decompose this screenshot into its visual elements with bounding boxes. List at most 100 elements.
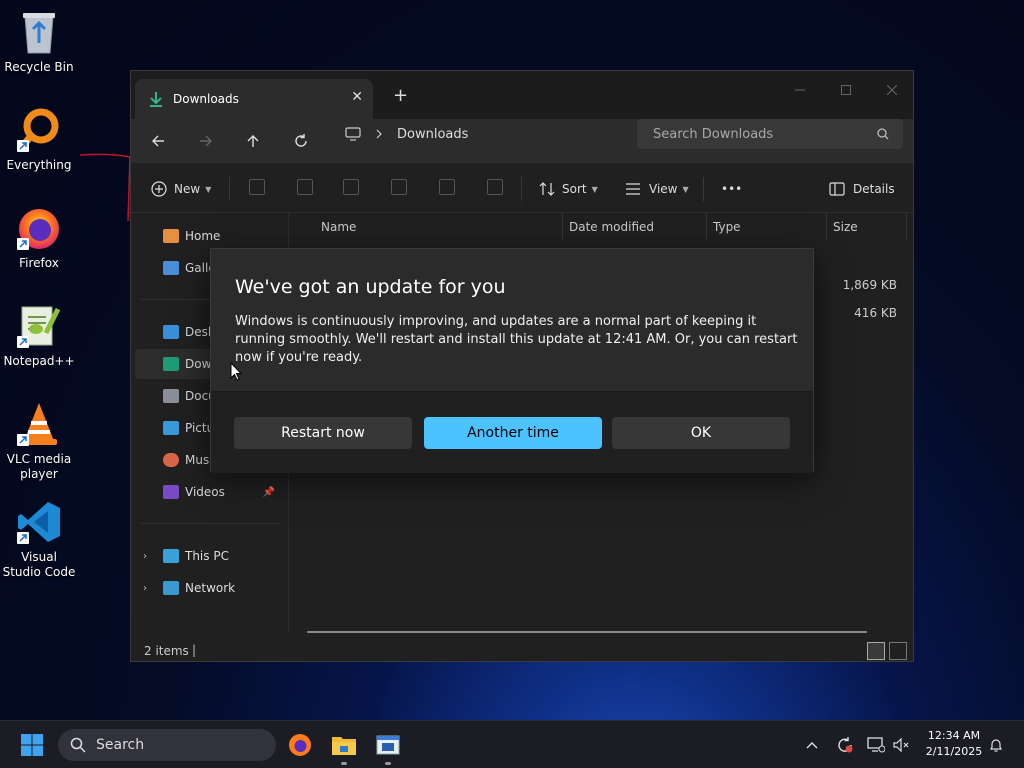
horizontal-scrollbar[interactable] [307,631,867,633]
column-label: Size [833,220,858,234]
search-field[interactable]: Search Downloads [637,119,903,149]
sync-update-icon[interactable] [835,735,855,755]
music-folder-icon [163,453,179,467]
new-tab-button[interactable]: + [393,85,408,106]
vlc-icon [15,400,63,448]
dialog-title: We've got an update for you [235,276,506,298]
item-count: 2 items [144,644,189,658]
taskbar-firefox[interactable] [282,729,318,761]
desktop-icon-firefox[interactable]: Firefox [2,204,76,271]
restart-now-button[interactable]: Restart now [234,417,412,449]
column-label: Date modified [569,220,655,234]
sort-button[interactable]: Sort ▼ [539,175,598,203]
download-icon [150,92,162,107]
minimize-button[interactable] [777,75,823,105]
details-button[interactable]: Details [829,175,895,203]
see-more-button[interactable]: ••• [721,175,742,203]
new-button[interactable]: New ▼ [151,175,211,203]
close-icon [887,85,897,95]
desktop-icon-vlc[interactable]: VLC media player [2,400,76,482]
command-bar: New ▼ Sort ▼ View ▼ ••• Details [131,163,913,213]
sidebar-item-label: Home [185,229,221,243]
plus-circle-icon [151,181,167,197]
another-time-button[interactable]: Another time [424,417,602,449]
rename-icon[interactable] [391,179,407,195]
red-ink-mark [80,153,131,222]
pictures-folder-icon [163,421,179,435]
column-header-name[interactable]: Name [315,213,563,241]
desktop-icon-recycle-bin[interactable]: Recycle Bin [2,8,76,75]
desktop-icon-label: Recycle Bin [4,60,74,74]
network-status-icon[interactable] [866,735,886,755]
sidebar-item-this-pc[interactable]: › This PC [135,541,285,571]
up-button[interactable] [238,126,268,156]
search-icon [70,737,86,753]
maximize-button[interactable] [823,75,869,105]
divider [229,177,230,201]
delete-icon[interactable] [487,179,503,195]
clock-date: 2/11/2025 [925,745,983,758]
taskbar-search[interactable]: Search [58,729,276,761]
close-window-button[interactable] [869,75,915,105]
chevron-right-icon[interactable]: › [143,551,147,562]
paste-icon[interactable] [343,179,359,195]
column-label: Name [321,220,357,234]
tab-title: Downloads [173,92,239,106]
back-button[interactable] [143,126,173,156]
network-icon [163,581,179,595]
shortcut-arrow-icon [17,238,29,250]
sidebar-item-videos[interactable]: Videos 📌 [135,477,285,507]
home-icon [163,229,179,243]
copy-icon[interactable] [297,179,313,195]
details-view-icon[interactable] [867,642,885,660]
desktop-icon-label: VLC media player [6,452,72,481]
clock[interactable]: 12:34 AM 2/11/2025 [918,728,990,760]
taskbar-app-window[interactable] [370,729,406,765]
column-header-type[interactable]: Type [707,213,827,241]
tab-downloads[interactable]: Downloads ✕ [135,79,373,119]
show-hidden-icons-chevron-up-icon[interactable] [802,735,822,755]
shortcut-arrow-icon [17,532,29,544]
minimize-icon [795,89,805,91]
desktop-icon-everything[interactable]: Everything [2,106,76,173]
details-label: Details [853,182,895,196]
desktop-icon-notepadpp[interactable]: Notepad++ [2,302,76,369]
chevron-down-icon: ▼ [591,184,598,194]
column-header-size[interactable]: Size [827,213,907,241]
clock-time: 12:34 AM [927,729,981,742]
shortcut-arrow-icon [17,336,29,348]
column-header-date-modified[interactable]: Date modified [563,213,707,241]
taskbar-file-explorer[interactable] [326,729,362,765]
close-tab-icon[interactable]: ✕ [351,89,363,105]
monitor-icon [345,127,361,141]
tiles-view-icon[interactable] [889,642,907,660]
view-button[interactable]: View ▼ [625,175,689,203]
notification-bell-icon[interactable] [986,735,1006,755]
desktop-icon-vscode[interactable]: Visual Studio Code [2,498,76,580]
desktop-folder-icon [163,325,179,339]
search-icon [877,128,889,140]
videos-folder-icon [163,485,179,499]
refresh-icon [295,134,307,147]
sidebar-item-network[interactable]: › Network [135,573,285,603]
documents-folder-icon [163,389,179,403]
pin-icon: 📌 [262,486,275,498]
volume-muted-icon[interactable] [891,735,911,755]
chevron-right-icon[interactable]: › [143,583,147,594]
share-icon[interactable] [439,179,455,195]
ok-button[interactable]: OK [612,417,790,449]
start-button[interactable] [14,729,50,761]
shortcut-arrow-icon [17,434,29,446]
running-indicator [385,762,391,765]
vscode-icon [15,498,63,546]
address-bar[interactable]: Downloads [333,119,629,149]
desktop-icon-label: Visual Studio Code [2,550,76,579]
more-icon: ••• [721,182,743,196]
firefox-icon [289,734,311,756]
forward-button[interactable] [191,126,221,156]
sidebar-item-home[interactable]: Home [135,221,285,251]
sidebar-item-label: Videos [185,485,225,499]
refresh-button[interactable] [286,126,316,156]
divider [703,177,704,201]
cut-icon[interactable] [249,179,265,195]
